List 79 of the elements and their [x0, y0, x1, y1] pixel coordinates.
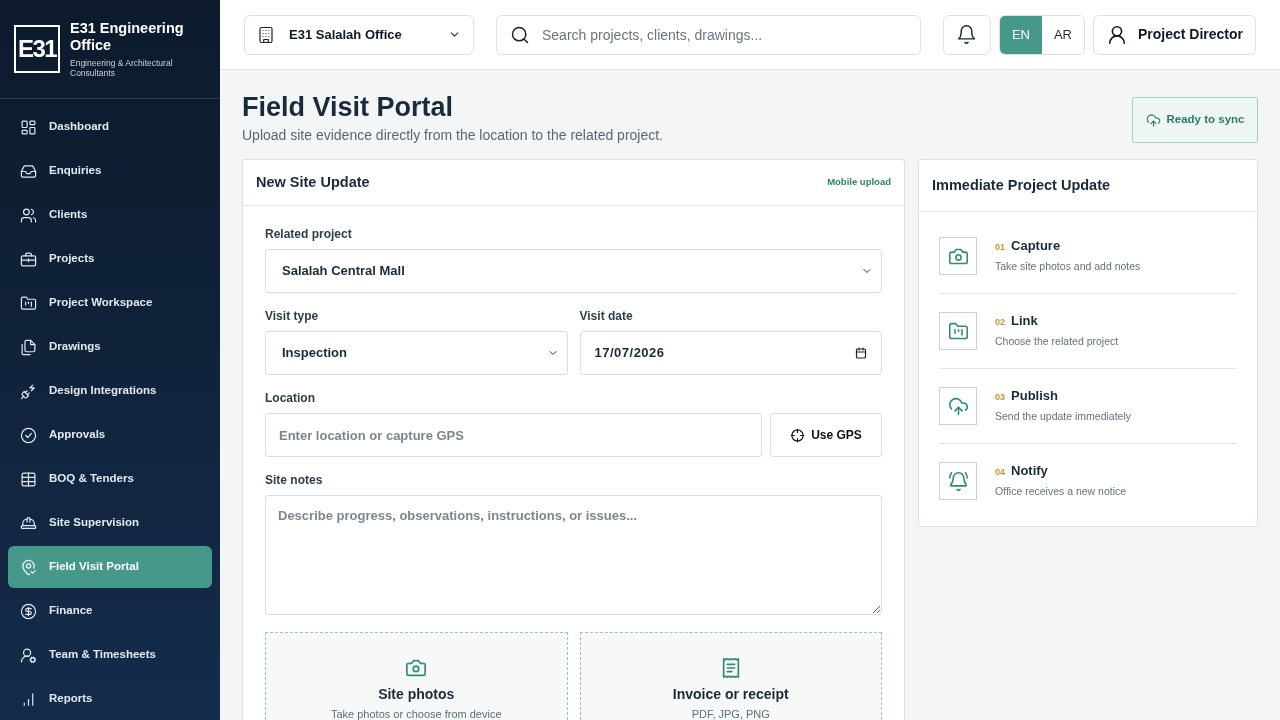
cloud-upload-icon [939, 387, 977, 425]
sidebar-item[interactable]: Design Integrations [8, 370, 212, 412]
sidebar-item[interactable]: Team & Timesheets [8, 634, 212, 676]
camera-icon [405, 657, 428, 679]
page-subtitle: Upload site evidence directly from the location to the related project. [242, 127, 663, 143]
step-description: Take site photos and add notes [995, 259, 1141, 273]
search-field[interactable]: Search projects, clients, drawings... [496, 14, 921, 55]
inbox-icon [20, 162, 37, 180]
field-label: Location [265, 390, 316, 406]
folder-icon [939, 312, 977, 350]
location-field[interactable]: Enter location or capture GPS [265, 413, 762, 457]
files-icon [20, 338, 37, 356]
step-title: Notify [1011, 462, 1048, 480]
step-number: 03 [995, 391, 1005, 404]
logo-mark: E31 [14, 25, 60, 73]
calendar-icon [855, 347, 867, 359]
check-circle-icon [20, 426, 37, 444]
sidebar-item[interactable]: Projects [8, 238, 212, 280]
dollar-circle-icon [20, 602, 37, 620]
camera-icon [939, 237, 977, 275]
step-title: Link [1011, 312, 1038, 330]
field-label: Visit date [579, 308, 634, 324]
briefcase-icon [20, 250, 37, 268]
office-selector[interactable]: E31 Salalah Office [244, 14, 474, 55]
upload-tile[interactable]: Site photos Take photos or choose from device [265, 632, 568, 720]
upload-hint: PDF, JPG, PNG [691, 708, 770, 720]
sidebar-item[interactable]: Finance [8, 590, 212, 632]
sidebar-item[interactable]: Site Supervision [8, 502, 212, 544]
sidebar-item[interactable]: Drawings [8, 326, 212, 368]
step-title: Publish [1011, 387, 1058, 405]
map-pin-icon [20, 558, 37, 576]
visit-date-field[interactable]: 17/07/2026 [579, 331, 882, 375]
sidebar-item[interactable]: Enquiries [8, 150, 212, 192]
sidebar-item[interactable]: Reports [8, 678, 212, 720]
plug-icon [20, 382, 37, 400]
cloud-upload-icon [1145, 112, 1161, 128]
step-description: Office receives a new notice [995, 484, 1127, 498]
brand-tagline: Engineering & Architectural Consultants [70, 58, 174, 78]
notifications-button[interactable] [942, 14, 991, 55]
sidebar-item[interactable]: Approvals [8, 414, 212, 456]
bell-ring-icon [939, 462, 977, 500]
upload-tile[interactable]: Invoice or receipt PDF, JPG, PNG [579, 632, 882, 720]
step-number: 02 [995, 316, 1005, 329]
users-icon [20, 206, 37, 224]
step-description: Send the update immediately [995, 409, 1131, 423]
step-number: 01 [995, 241, 1005, 254]
field-label: Visit type [265, 308, 320, 324]
upload-title: Site photos [378, 685, 455, 703]
step-number: 04 [995, 466, 1005, 479]
use-gps-button[interactable]: Use GPS [770, 413, 882, 457]
folder-icon [20, 294, 37, 312]
building-icon [257, 25, 275, 44]
hard-hat-icon [20, 514, 37, 532]
sidebar-item[interactable]: BOQ & Tenders [8, 458, 212, 500]
card-title: Immediate Project Update [932, 175, 1111, 195]
page-title: Field Visit Portal [242, 91, 455, 124]
sidebar-item[interactable]: Clients [8, 194, 212, 236]
sync-button[interactable]: Ready to sync [1132, 97, 1258, 143]
upload-title: Invoice or receipt [672, 685, 789, 703]
field-label: Site notes [265, 472, 324, 488]
crosshair-icon [790, 427, 806, 443]
user-menu-button[interactable]: Project Director [1092, 14, 1256, 55]
visit-type-select[interactable]: Inspection [265, 331, 568, 375]
upload-hint: Take photos or choose from device [330, 708, 502, 720]
step-description: Choose the related project [995, 334, 1119, 348]
grid-icon [20, 118, 37, 136]
table-icon [20, 470, 37, 488]
project-select[interactable]: Salalah Central Mall [265, 249, 882, 293]
card-title: New Site Update [256, 172, 370, 192]
search-icon [510, 24, 530, 45]
sidebar-item[interactable]: Project Workspace [8, 282, 212, 324]
field-label: Related project [265, 226, 353, 242]
bell-icon [956, 24, 978, 45]
sidebar-item[interactable]: Dashboard [8, 106, 212, 148]
step-title: Capture [1011, 237, 1061, 255]
upload-mode-label: Mobile upload [827, 175, 891, 190]
site-notes-field[interactable]: Describe progress, observations, instructions, or issues... [265, 495, 882, 615]
user-gear-icon [20, 646, 37, 664]
brand-name: E31 Engineering Office [70, 20, 185, 54]
